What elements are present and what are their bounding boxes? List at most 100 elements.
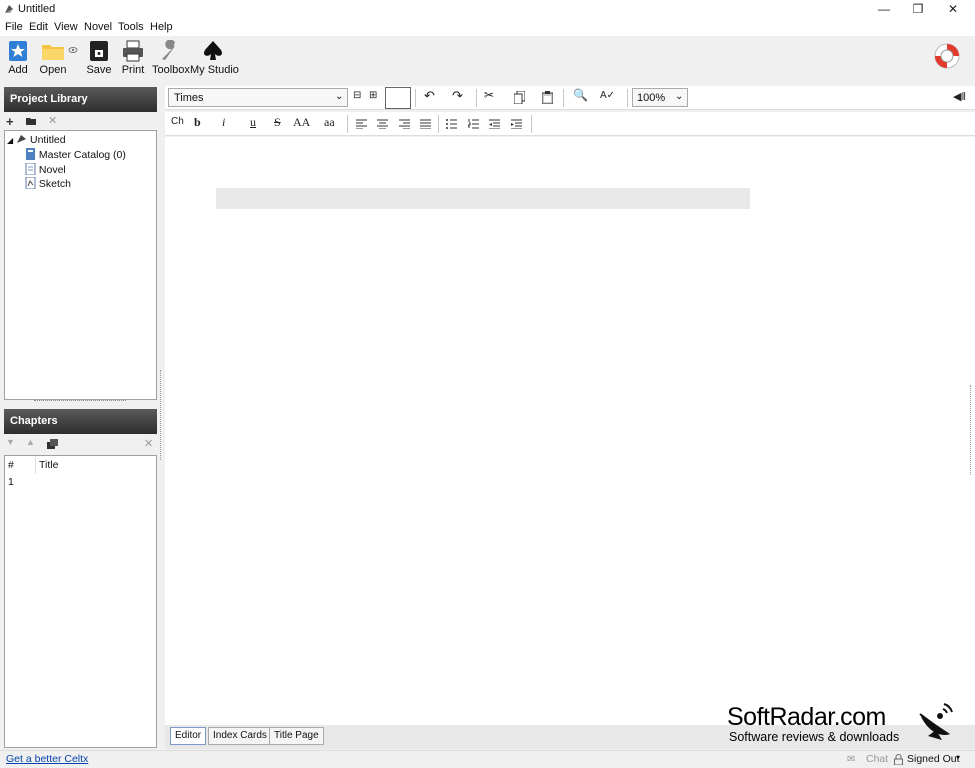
spade-icon bbox=[204, 41, 222, 60]
menu-edit[interactable]: Edit bbox=[29, 21, 48, 33]
numbered-list-icon[interactable] bbox=[468, 119, 479, 129]
toolbox-button[interactable]: Toolbox bbox=[152, 40, 190, 76]
spellcheck-icon[interactable]: A✓ bbox=[600, 90, 615, 101]
sketch-icon bbox=[25, 176, 36, 190]
window-title: Untitled bbox=[18, 3, 56, 15]
expand-arrow-icon: ◢ bbox=[7, 136, 14, 145]
indent-icon[interactable] bbox=[511, 119, 522, 129]
chat-icon: ✉ bbox=[847, 754, 856, 765]
col-divider bbox=[35, 456, 36, 474]
add-button[interactable]: Add bbox=[6, 40, 30, 76]
my-studio-button[interactable]: My Studio bbox=[190, 40, 239, 76]
eye-icon bbox=[68, 47, 78, 53]
zoom-select[interactable]: 100% ⌄ bbox=[632, 88, 688, 107]
open-button[interactable]: Open bbox=[35, 40, 71, 76]
save-button[interactable]: Save bbox=[86, 40, 112, 76]
char-style-button[interactable]: Ch bbox=[171, 116, 184, 127]
restore-button[interactable]: ❐ bbox=[901, 0, 935, 18]
undo-icon[interactable]: ↶ bbox=[424, 88, 435, 104]
align-right-icon[interactable] bbox=[399, 119, 410, 129]
library-folder-icon[interactable] bbox=[26, 117, 36, 125]
library-add-icon[interactable]: + bbox=[6, 114, 14, 129]
project-library-header: Project Library bbox=[4, 87, 157, 112]
tab-title-page[interactable]: Title Page bbox=[269, 727, 324, 745]
catalog-icon bbox=[26, 148, 35, 160]
project-icon bbox=[17, 135, 27, 143]
lifebuoy-icon bbox=[934, 43, 960, 69]
tab-index-cards[interactable]: Index Cards bbox=[208, 727, 272, 745]
watermark-brand: SoftRadar.com bbox=[727, 703, 886, 731]
move-down-icon[interactable]: ▼ bbox=[6, 437, 15, 447]
chapters-table: # Title 1 bbox=[4, 455, 157, 748]
copy-icon[interactable] bbox=[514, 91, 525, 104]
menu-file[interactable]: File bbox=[5, 21, 23, 33]
align-justify-icon[interactable] bbox=[420, 119, 431, 129]
underline-button[interactable]: u bbox=[250, 115, 256, 130]
main-toolbar: Add Open Save Print Toolbox My Studio bbox=[0, 36, 975, 84]
library-mini-toolbar: + ✕ bbox=[4, 114, 157, 130]
chapters-mini-toolbar: ▼ ▲ ✕ bbox=[4, 437, 157, 453]
collapse-sidebar-icon[interactable]: ◀‖ bbox=[953, 90, 966, 103]
lock-icon bbox=[894, 754, 903, 765]
table-row[interactable]: 1 bbox=[8, 476, 14, 488]
col-num-header: # bbox=[8, 459, 14, 471]
tab-editor[interactable]: Editor bbox=[170, 727, 207, 745]
align-center-icon[interactable] bbox=[377, 119, 388, 129]
increase-size-icon[interactable]: ⊞ bbox=[369, 90, 377, 101]
print-button[interactable]: Print bbox=[119, 40, 147, 76]
strikethrough-button[interactable]: S bbox=[274, 115, 281, 130]
open-dropdown[interactable] bbox=[67, 46, 79, 54]
status-dropdown-icon[interactable]: ▾ bbox=[956, 753, 960, 762]
save-icon bbox=[90, 41, 108, 61]
left-pane-splitter[interactable] bbox=[160, 370, 163, 460]
title-bar: Untitled — ❐ ✕ bbox=[0, 0, 975, 18]
menu-help[interactable]: Help bbox=[150, 21, 173, 33]
menu-bar: File Edit View Novel Tools Help bbox=[0, 18, 975, 36]
chat-button[interactable]: Chat bbox=[866, 753, 888, 765]
sign-in-status[interactable]: Signed Out bbox=[907, 753, 960, 765]
paste-icon[interactable] bbox=[542, 91, 553, 104]
align-left-icon[interactable] bbox=[356, 119, 367, 129]
close-button[interactable]: ✕ bbox=[936, 0, 970, 18]
right-pane-splitter[interactable] bbox=[970, 385, 973, 475]
move-up-icon[interactable]: ▲ bbox=[26, 437, 35, 447]
tree-item-sketch[interactable]: Sketch bbox=[25, 176, 71, 190]
bulleted-list-icon[interactable] bbox=[446, 119, 457, 129]
get-better-celtx-link[interactable]: Get a better Celtx bbox=[6, 753, 88, 765]
outdent-icon[interactable] bbox=[489, 119, 500, 129]
folder-icon bbox=[42, 45, 64, 60]
chapters-header: Chapters bbox=[4, 409, 157, 434]
status-bar: Get a better Celtx ✉ Chat Signed Out ▾ bbox=[0, 750, 975, 768]
library-splitter[interactable] bbox=[34, 400, 126, 405]
wrench-icon bbox=[162, 40, 178, 60]
search-icon[interactable]: 🔍 bbox=[573, 88, 588, 102]
chapter-delete-icon[interactable]: ✕ bbox=[144, 437, 153, 450]
zoom-chevron-icon: ⌄ bbox=[675, 91, 684, 102]
menu-tools[interactable]: Tools bbox=[118, 21, 144, 33]
uppercase-button[interactable]: AA bbox=[293, 115, 310, 130]
redo-icon[interactable]: ↷ bbox=[452, 88, 463, 104]
minimize-button[interactable]: — bbox=[867, 0, 901, 18]
tree-root[interactable]: ◢ Untitled bbox=[7, 134, 66, 146]
italic-button[interactable]: i bbox=[222, 115, 225, 130]
celtx-app-icon bbox=[5, 5, 13, 13]
watermark-tagline: Software reviews & downloads bbox=[729, 730, 900, 744]
menu-view[interactable]: View bbox=[54, 21, 78, 33]
help-lifebuoy-button[interactable] bbox=[932, 42, 962, 70]
format-toolbar-top: Times ⌄ ⊟ ⊞ ↶ ↷ ✂ 🔍 A✓ 100% ⌄ ◀‖ bbox=[165, 86, 975, 110]
scissors-icon[interactable]: ✂ bbox=[484, 88, 494, 102]
bold-button[interactable]: b bbox=[194, 115, 201, 130]
decrease-size-icon[interactable]: ⊟ bbox=[353, 90, 361, 101]
tree-item-novel[interactable]: Novel bbox=[25, 162, 66, 176]
col-title-header: Title bbox=[39, 459, 59, 471]
tree-item-master-catalog[interactable]: Master Catalog (0) bbox=[25, 148, 126, 161]
color-swatch[interactable] bbox=[385, 87, 411, 109]
editor-area[interactable] bbox=[165, 137, 975, 725]
font-select[interactable]: Times ⌄ bbox=[168, 88, 348, 107]
lowercase-button[interactable]: aa bbox=[324, 115, 335, 130]
library-delete-icon[interactable]: ✕ bbox=[48, 114, 57, 127]
menu-novel[interactable]: Novel bbox=[84, 21, 112, 33]
text-cursor-line[interactable] bbox=[216, 188, 750, 209]
chapters-list-icon[interactable] bbox=[47, 439, 59, 449]
printer-icon bbox=[123, 40, 143, 62]
